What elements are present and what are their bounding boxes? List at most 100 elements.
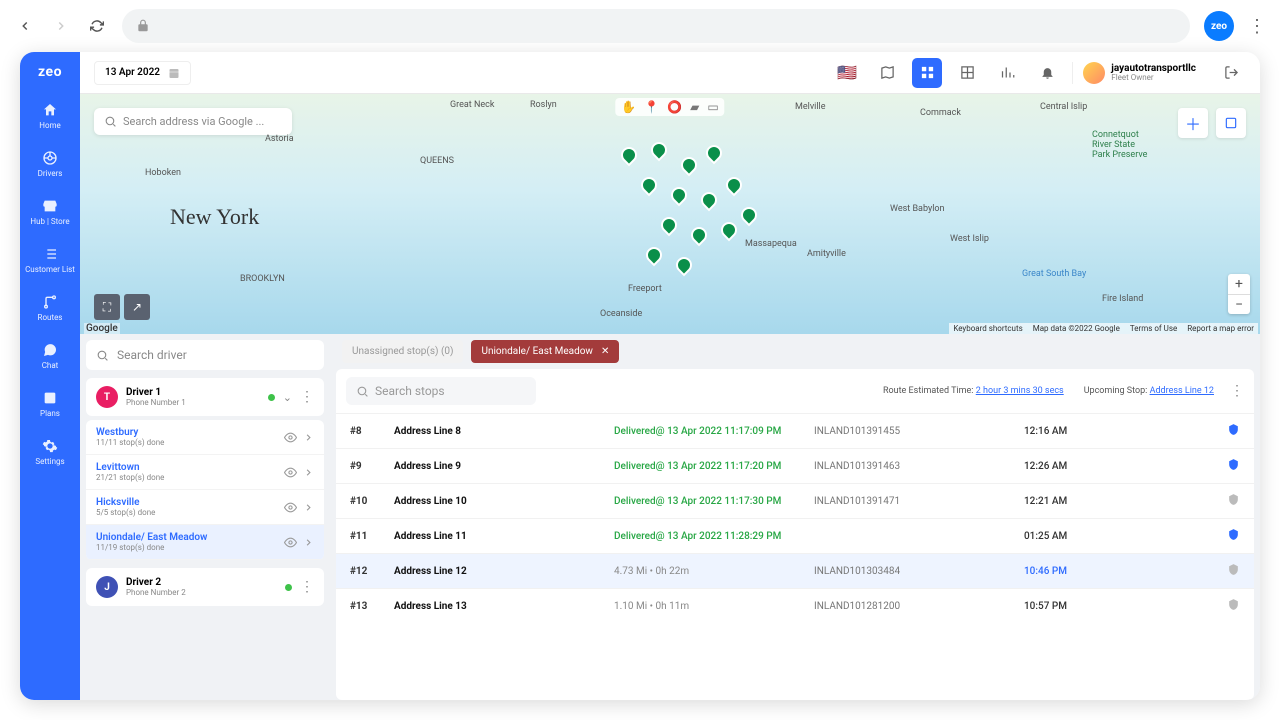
stops-menu-button[interactable]: ⋮ (1230, 383, 1244, 399)
map-route-cluster (611, 137, 771, 307)
search-stops-input[interactable]: Search stops (346, 377, 536, 405)
shield-icon[interactable] (1124, 563, 1240, 579)
flag-us-icon[interactable]: 🇺🇸 (832, 58, 862, 88)
search-driver-input[interactable]: Search driver (86, 340, 324, 370)
sidenav-label: Customer List (25, 265, 75, 274)
driver-name: Driver 2 (126, 577, 277, 588)
sidenav-item-home[interactable]: Home (20, 92, 80, 140)
stop-address: Address Line 12 (394, 566, 614, 577)
stop-row[interactable]: #9 Address Line 9 Delivered@ 13 Apr 2022… (336, 448, 1254, 483)
driver-name: Driver 1 (126, 387, 260, 398)
browser-chrome: zeo ⋮ (0, 0, 1280, 52)
browser-back-button[interactable] (14, 15, 36, 37)
route-progress: 21/21 stop(s) done (96, 473, 278, 482)
stop-code: INLAND101391471 (814, 496, 1024, 507)
map-area[interactable]: Search address via Google ... ✋ 📍 ⭕ ▰ ▭ … (80, 94, 1260, 334)
shield-icon[interactable] (1124, 493, 1240, 509)
route-progress: 11/11 stop(s) done (96, 438, 278, 447)
notifications-button[interactable] (1032, 58, 1062, 88)
shield-icon[interactable] (1124, 598, 1240, 614)
sidenav-item-plans[interactable]: Plans (20, 380, 80, 428)
map-add-button[interactable]: ＋ (1178, 108, 1208, 138)
stop-index: #10 (350, 496, 394, 507)
zoom-in-button[interactable]: + (1228, 274, 1250, 294)
sidenav-item-hub[interactable]: Hub | Store (20, 188, 80, 236)
app-container: zeo Home Drivers Hub | Store Customer Li… (20, 52, 1260, 700)
map-drawing-tools[interactable]: ✋ 📍 ⭕ ▰ ▭ (615, 98, 724, 116)
chevron-down-icon[interactable]: ⌄ (283, 391, 292, 404)
stop-row[interactable]: #13 Address Line 13 1.10 Mi • 0h 11m INL… (336, 588, 1254, 623)
chevron-right-icon[interactable] (303, 467, 314, 478)
sidenav-item-drivers[interactable]: Drivers (20, 140, 80, 188)
route-row[interactable]: Uniondale/ East Meadow 11/19 stop(s) don… (86, 525, 324, 560)
sidenav-label: Home (39, 121, 61, 130)
stop-status: Delivered@ 13 Apr 2022 11:28:29 PM (614, 531, 814, 542)
stop-address: Address Line 9 (394, 461, 614, 472)
browser-reload-button[interactable] (86, 15, 108, 37)
browser-url-bar[interactable] (122, 9, 1190, 43)
browser-menu-button[interactable]: ⋮ (1248, 16, 1266, 37)
avatar (1083, 62, 1105, 84)
routes-list: Westbury 11/11 stop(s) done Levittown 21… (86, 420, 324, 560)
stop-code: INLAND101281200 (814, 601, 1024, 612)
circle-tool-icon[interactable]: ⭕ (667, 100, 682, 114)
driver-menu-button[interactable]: ⋮ (300, 579, 314, 595)
eye-icon[interactable] (284, 466, 297, 479)
stop-row[interactable]: #11 Address Line 11 Delivered@ 13 Apr 20… (336, 518, 1254, 553)
stats-button[interactable] (992, 58, 1022, 88)
sidenav-item-routes[interactable]: Routes (20, 284, 80, 332)
map-fullscreen-button[interactable]: ⛶ (94, 294, 120, 320)
lower-panel: Search driver T Driver 1 Phone Number 1 … (80, 334, 1260, 700)
eye-icon[interactable] (284, 536, 297, 549)
tab-route-active[interactable]: Uniondale/ East Meadow ✕ (471, 340, 619, 363)
chevron-right-icon[interactable] (303, 432, 314, 443)
driver-menu-button[interactable]: ⋮ (300, 389, 314, 405)
driver-card-1[interactable]: T Driver 1 Phone Number 1 ⌄ ⋮ (86, 378, 324, 416)
driver-panel: Search driver T Driver 1 Phone Number 1 … (80, 334, 330, 700)
shield-icon[interactable] (1124, 458, 1240, 474)
map-view-button[interactable] (872, 58, 902, 88)
sidenav-item-customers[interactable]: Customer List (20, 236, 80, 284)
tab-unassigned[interactable]: Unassigned stop(s) (0) (342, 340, 463, 363)
route-row[interactable]: Hicksville 5/5 stop(s) done (86, 490, 324, 525)
chevron-right-icon[interactable] (303, 502, 314, 513)
route-row[interactable]: Westbury 11/11 stop(s) done (86, 420, 324, 455)
est-time-link[interactable]: 2 hour 3 mins 30 secs (976, 386, 1064, 396)
user-menu[interactable]: jayautotransportllc Fleet Owner (1072, 62, 1206, 84)
chat-icon (42, 342, 58, 358)
table-view-button[interactable] (952, 58, 982, 88)
search-icon (356, 385, 369, 398)
eye-icon[interactable] (284, 431, 297, 444)
plans-icon (42, 390, 58, 406)
eye-icon[interactable] (284, 501, 297, 514)
map-search-input[interactable]: Search address via Google ... (94, 108, 292, 135)
rect-tool-icon[interactable]: ▭ (707, 100, 718, 114)
map-export-button[interactable] (1216, 108, 1246, 138)
map-zoom-control: + − (1228, 274, 1250, 314)
driver-card-2[interactable]: J Driver 2 Phone Number 2 ⋮ (86, 568, 324, 606)
stop-row[interactable]: #12 Address Line 12 4.73 Mi • 0h 22m INL… (336, 553, 1254, 588)
polygon-tool-icon[interactable]: ▰ (690, 100, 699, 114)
close-icon[interactable]: ✕ (601, 346, 609, 357)
stop-index: #8 (350, 426, 394, 437)
stop-row[interactable]: #8 Address Line 8 Delivered@ 13 Apr 2022… (336, 413, 1254, 448)
shield-icon[interactable] (1124, 528, 1240, 544)
route-name: Uniondale/ East Meadow (96, 532, 278, 543)
shield-icon[interactable] (1124, 423, 1240, 439)
route-row[interactable]: Levittown 21/21 stop(s) done (86, 455, 324, 490)
browser-forward-button[interactable] (50, 15, 72, 37)
logout-button[interactable] (1216, 58, 1246, 88)
date-picker[interactable]: 13 Apr 2022 (94, 61, 191, 85)
map-route-toggle-button[interactable]: ↗ (124, 294, 150, 320)
hand-tool-icon[interactable]: ✋ (621, 100, 636, 114)
sidenav-item-chat[interactable]: Chat (20, 332, 80, 380)
driver-phone: Phone Number 1 (126, 398, 260, 407)
stop-row[interactable]: #10 Address Line 10 Delivered@ 13 Apr 20… (336, 483, 1254, 518)
grid-view-button[interactable] (912, 58, 942, 88)
upcoming-stop-link[interactable]: Address Line 12 (1150, 386, 1214, 396)
marker-tool-icon[interactable]: 📍 (644, 100, 659, 114)
topbar: 13 Apr 2022 🇺🇸 jaya (80, 52, 1260, 94)
sidenav-item-settings[interactable]: Settings (20, 428, 80, 476)
chevron-right-icon[interactable] (303, 537, 314, 548)
zoom-out-button[interactable]: − (1228, 294, 1250, 314)
